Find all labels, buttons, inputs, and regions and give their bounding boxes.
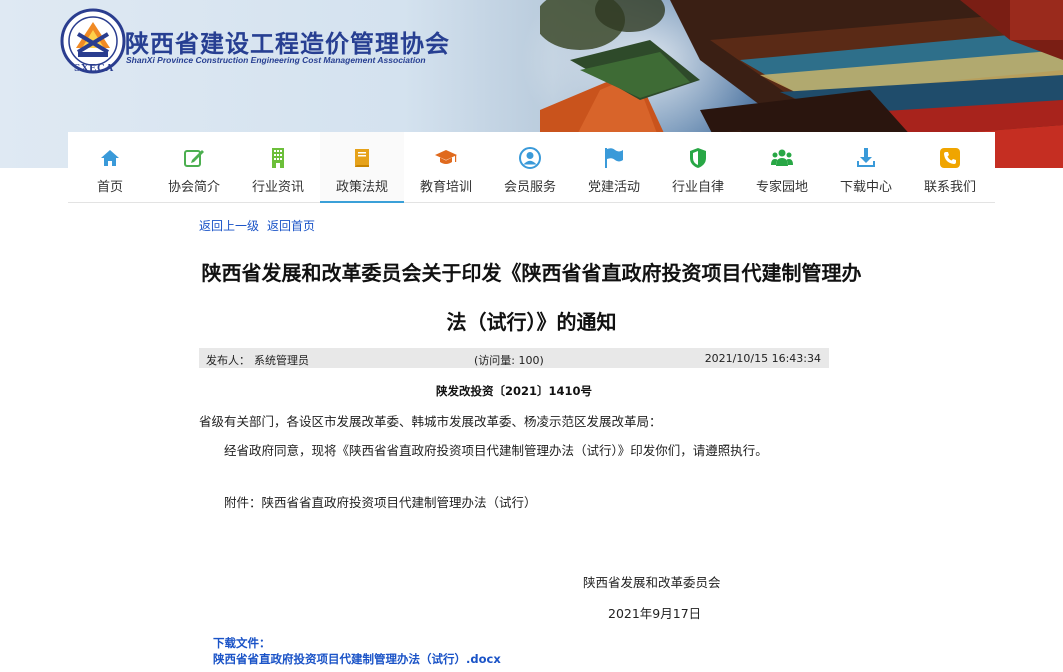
back-link[interactable]: 返回上一级 [199, 219, 259, 233]
nav-item-about[interactable]: 协会简介 [152, 132, 236, 203]
logo-abbreviation: SXECA [74, 62, 114, 74]
flag-icon [605, 148, 623, 168]
user-circle-icon [519, 147, 541, 169]
breadcrumb: 返回上一级 返回首页 [199, 217, 323, 234]
nav-item-news[interactable]: 行业资讯 [236, 132, 320, 203]
site-title[interactable]: 陕西省建设工程造价管理协会 [125, 24, 450, 59]
graduation-cap-icon [435, 150, 457, 164]
nav-item-training[interactable]: 教育培训 [404, 132, 488, 203]
nav-item-experts[interactable]: 专家园地 [740, 132, 824, 203]
building-icon [272, 148, 284, 168]
author-name: 系统管理员 [254, 354, 309, 367]
nav-item-discipline[interactable]: 行业自律 [656, 132, 740, 203]
document-number: 陕发改投资〔2021〕1410号 [435, 384, 592, 398]
nav-label: 教育培训 [419, 180, 472, 195]
nav-label: 下载中心 [839, 180, 892, 195]
nav-label: 联系我们 [923, 180, 976, 195]
download-file-link[interactable]: 陕西省省直政府投资项目代建制管理办法（试行）.docx [213, 651, 501, 667]
nav-item-contact[interactable]: 联系我们 [908, 132, 992, 203]
site-subtitle: ShanXi Province Construction Engineering… [126, 55, 426, 65]
nav-label: 协会简介 [167, 180, 220, 195]
article-meta-bar: 发布人： 系统管理员 (访问量: 100) 2021/10/15 16:43:3… [199, 348, 829, 368]
publish-time: 2021/10/15 16:43:34 [704, 352, 821, 365]
home-link[interactable]: 返回首页 [267, 219, 315, 233]
nav-label: 行业资讯 [251, 180, 304, 195]
signature-date: 2021年9月17日 [608, 606, 702, 621]
downloads-heading: 下载文件： [213, 636, 271, 650]
phone-icon [940, 148, 960, 168]
nav-label: 政策法规 [335, 180, 388, 195]
nav-item-home[interactable]: 首页 [68, 132, 152, 203]
nav-item-downloads[interactable]: 下载中心 [824, 132, 908, 203]
attachment-text: 附件：陕西省省直政府投资项目代建制管理办法（试行） [224, 495, 537, 510]
book-icon [355, 149, 369, 167]
shield-icon [690, 148, 706, 168]
author-label: 发布人： [206, 354, 250, 367]
signature-text: 陕西省发展和改革委员会 [583, 575, 721, 590]
body-text: 经省政府同意，现将《陕西省省直政府投资项目代建制管理办法（试行）》印发你们，请遵… [224, 443, 768, 458]
nav-label: 行业自律 [671, 180, 724, 195]
nav-item-members[interactable]: 会员服务 [488, 132, 572, 203]
article-title-line-1: 陕西省发展和改革委员会关于印发《陕西省省直政府投资项目代建制管理办 [201, 261, 862, 285]
nav-label: 党建活动 [587, 180, 640, 195]
visit-count: (访问量: 100) [474, 354, 544, 367]
users-icon [771, 149, 793, 166]
salutation-text: 省级有关部门，各设区市发展改革委、韩城市发展改革委、杨凌示范区发展改革局： [199, 414, 662, 429]
download-icon [857, 148, 875, 167]
edit-icon [184, 150, 204, 167]
nav-item-party[interactable]: 党建活动 [572, 132, 656, 203]
main-nav: 首页 协会简介 行业资讯 政策法规 教育培训 会员服务 党建活动 行业自律 专家… [68, 132, 995, 203]
article-title-line-2: 法（试行）》的通知 [446, 310, 617, 334]
nav-label: 专家园地 [755, 180, 808, 195]
nav-item-policy[interactable]: 政策法规 [320, 132, 404, 203]
nav-label: 会员服务 [503, 180, 556, 195]
home-icon [101, 150, 119, 166]
nav-label: 首页 [96, 180, 123, 195]
